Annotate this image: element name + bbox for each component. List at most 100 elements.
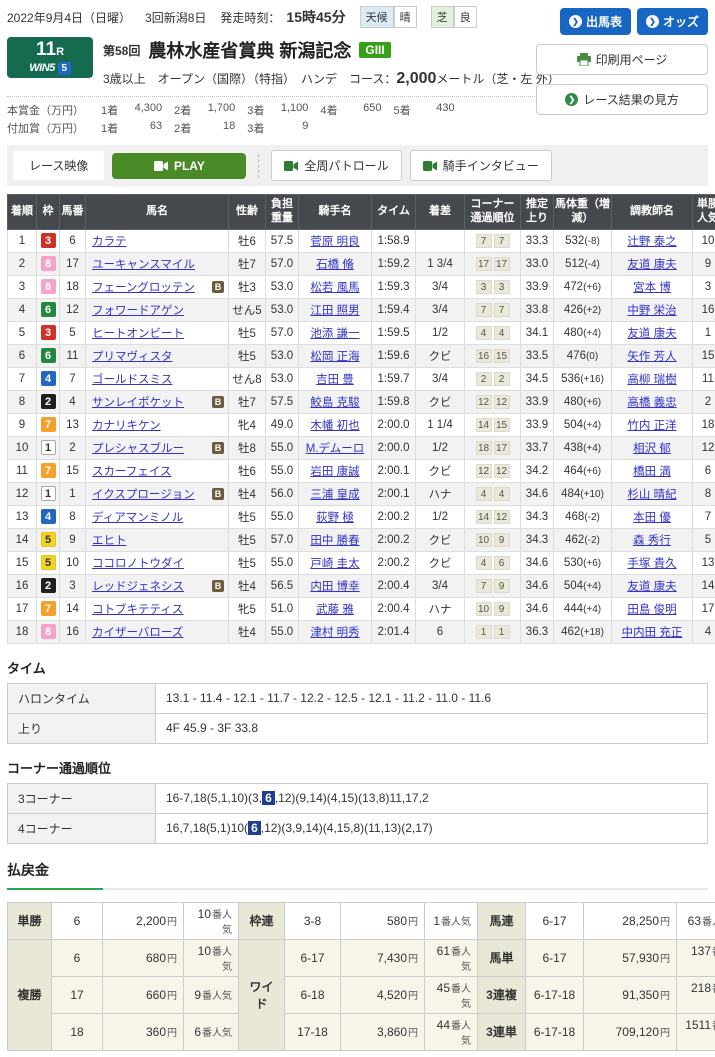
trainer-link[interactable]: 中野 栄治 bbox=[627, 305, 676, 317]
jockey-link[interactable]: 戸崎 圭太 bbox=[310, 558, 359, 570]
jockey-link[interactable]: 田中 勝春 bbox=[310, 535, 359, 547]
finish-position: 12 bbox=[8, 482, 37, 505]
horse-name-link[interactable]: フォワードアゲン bbox=[92, 305, 184, 317]
horse-name-link[interactable]: コトブキテティス bbox=[92, 604, 183, 616]
corner-positions: 109 bbox=[465, 528, 521, 551]
trainer-link[interactable]: 田島 俊明 bbox=[627, 604, 676, 616]
trainer-link[interactable]: 辻野 泰之 bbox=[627, 236, 676, 248]
horse-name-link[interactable]: サンレイポケット bbox=[92, 397, 184, 409]
horse-name-link[interactable]: ディアマンミノル bbox=[92, 512, 183, 524]
horse-name-link[interactable]: イクスプロージョン bbox=[92, 489, 195, 501]
prize-value: 18 bbox=[191, 120, 235, 136]
trainer-link[interactable]: 宮本 博 bbox=[633, 282, 671, 294]
results-table: 着順枠馬番馬名性齢負担重量騎手名タイム着差コーナー通過順位推定上り馬体重（増減）… bbox=[7, 194, 715, 644]
popularity-suffix: 番人気 bbox=[212, 947, 232, 973]
trainer-link[interactable]: 高橋 義忠 bbox=[627, 397, 676, 409]
jockey-link[interactable]: 三浦 皇成 bbox=[310, 489, 359, 501]
trainer-link[interactable]: 友道 康夫 bbox=[627, 581, 676, 593]
results-column-header: 着差 bbox=[416, 195, 465, 230]
trainer-link[interactable]: 橋田 満 bbox=[633, 466, 671, 478]
jockey-link[interactable]: 吉田 豊 bbox=[316, 374, 354, 386]
trainer-link[interactable]: 手塚 貴久 bbox=[627, 558, 676, 570]
horse-name-link[interactable]: フェーングロッテン bbox=[92, 282, 195, 294]
jockey-link[interactable]: 津村 明秀 bbox=[310, 627, 359, 639]
horse-name-link[interactable]: ゴールドスミス bbox=[92, 374, 173, 386]
win-popularity: 16 bbox=[693, 298, 715, 321]
horse-name-link[interactable]: スカーフェイス bbox=[92, 466, 171, 478]
jockey-link[interactable]: 石橋 脩 bbox=[316, 259, 354, 271]
corner-row-value: 16,7,18(5,1)10(6,12)(3,9,14)(4,15,8)(11,… bbox=[156, 813, 708, 843]
horse-name-link[interactable]: カラテ bbox=[92, 236, 127, 248]
frame-cell: 7 bbox=[37, 597, 60, 620]
trainer-link[interactable]: 高柳 瑞樹 bbox=[627, 374, 676, 386]
trainer-link[interactable]: 杉山 晴紀 bbox=[627, 489, 676, 501]
horse-name-link[interactable]: プレシャスブルー bbox=[92, 443, 184, 455]
jockey-link[interactable]: 松若 風馬 bbox=[310, 282, 359, 294]
trainer-link[interactable]: 相沢 郁 bbox=[633, 443, 671, 455]
horse-name-link[interactable]: プリマヴィスタ bbox=[92, 351, 173, 363]
finish-position: 1 bbox=[8, 229, 37, 252]
blinker-badge: B bbox=[212, 396, 224, 408]
horse-name-link[interactable]: カナリキケン bbox=[92, 420, 161, 432]
play-button[interactable]: PLAY bbox=[112, 153, 246, 179]
horse-name-link[interactable]: ヒートオンビート bbox=[92, 328, 184, 340]
horse-name-link[interactable]: ココロノトウダイ bbox=[92, 558, 184, 570]
jockey-link[interactable]: 池添 謙一 bbox=[310, 328, 359, 340]
jockey-link[interactable]: 岩田 康誠 bbox=[310, 466, 359, 478]
corner-position-box: 4 bbox=[494, 326, 510, 340]
corner-section-heading: コーナー通過順位 bbox=[7, 758, 708, 777]
payout-popularity: 45番人気 bbox=[425, 976, 478, 1013]
jockey-link[interactable]: 鮫島 克駿 bbox=[310, 397, 359, 409]
frame-cell: 2 bbox=[37, 390, 60, 413]
corner-positions: 1817 bbox=[465, 436, 521, 459]
sex-age: 牝5 bbox=[229, 597, 266, 620]
horse-name-link[interactable]: ユーキャンスマイル bbox=[92, 259, 195, 271]
result-guide-button[interactable]: ❯ レース結果の見方 bbox=[536, 84, 708, 115]
print-page-button[interactable]: 印刷用ページ bbox=[536, 44, 708, 75]
jockey-link[interactable]: 木幡 初也 bbox=[310, 420, 359, 432]
corner-position-box: 3 bbox=[476, 280, 492, 294]
jockey-link[interactable]: 松岡 正海 bbox=[310, 351, 359, 363]
payout-row: 単勝62,200円10番人気枠連3-8580円1番人気馬連6-1728,250円… bbox=[8, 902, 715, 939]
jockey-link[interactable]: 江田 照男 bbox=[310, 305, 359, 317]
payout-amount: 360円 bbox=[103, 1013, 184, 1050]
trainer-cell: 中野 栄治 bbox=[612, 298, 693, 321]
prize-value: 1,100 bbox=[264, 102, 308, 118]
last-3f: 34.3 bbox=[521, 505, 554, 528]
patrol-video-button[interactable]: 全周パトロール bbox=[271, 150, 401, 181]
racecard-button[interactable]: ❯ 出馬表 bbox=[560, 8, 631, 35]
jockey-link[interactable]: 内田 博幸 bbox=[310, 581, 359, 593]
finish-position: 6 bbox=[8, 344, 37, 367]
trainer-link[interactable]: 竹内 正洋 bbox=[627, 420, 676, 432]
popularity-suffix: 番人気 bbox=[702, 917, 715, 928]
horse-name-link[interactable]: エヒト bbox=[92, 535, 127, 547]
jockey-link[interactable]: 武藤 雅 bbox=[316, 604, 354, 616]
trainer-link[interactable]: 友道 康夫 bbox=[627, 328, 676, 340]
trainer-link[interactable]: 森 秀行 bbox=[633, 535, 671, 547]
race-video-label[interactable]: レース映像 bbox=[13, 151, 104, 180]
horse-number: 2 bbox=[60, 436, 86, 459]
margin: 3/4 bbox=[416, 298, 465, 321]
prize-rank-label: 2着 bbox=[174, 102, 191, 118]
horse-name-link[interactable]: レッドジェネシス bbox=[92, 581, 184, 593]
odds-button[interactable]: ❯ オッズ bbox=[637, 8, 708, 35]
trainer-link[interactable]: 中内田 充正 bbox=[622, 627, 683, 639]
horse-name-link[interactable]: カイザーバローズ bbox=[92, 627, 183, 639]
trainer-link[interactable]: 矢作 芳人 bbox=[627, 351, 676, 363]
payout-popularity: 44番人気 bbox=[425, 1013, 478, 1050]
trainer-link[interactable]: 本田 優 bbox=[633, 512, 671, 524]
prize-rank-label: 3着 bbox=[247, 102, 264, 118]
divider bbox=[7, 96, 535, 97]
table-row: 1459エヒト牡557.0田中 勝春2:00.2クビ10934.3462(-2)… bbox=[8, 528, 715, 551]
payout-heading-underline bbox=[7, 888, 708, 890]
trainer-link[interactable]: 友道 康夫 bbox=[627, 259, 676, 271]
jockey-link[interactable]: 荻野 極 bbox=[316, 512, 354, 524]
sex-age: 牡3 bbox=[229, 275, 266, 298]
corner-positions: 1415 bbox=[465, 413, 521, 436]
jockey-link[interactable]: 菅原 明良 bbox=[310, 236, 359, 248]
jockey-link[interactable]: M.デムーロ bbox=[306, 443, 365, 455]
jockey-cell: 菅原 明良 bbox=[299, 229, 372, 252]
trainer-cell: 竹内 正洋 bbox=[612, 413, 693, 436]
jockey-interview-button[interactable]: 騎手インタビュー bbox=[410, 150, 552, 181]
yen-suffix: 円 bbox=[408, 954, 418, 965]
